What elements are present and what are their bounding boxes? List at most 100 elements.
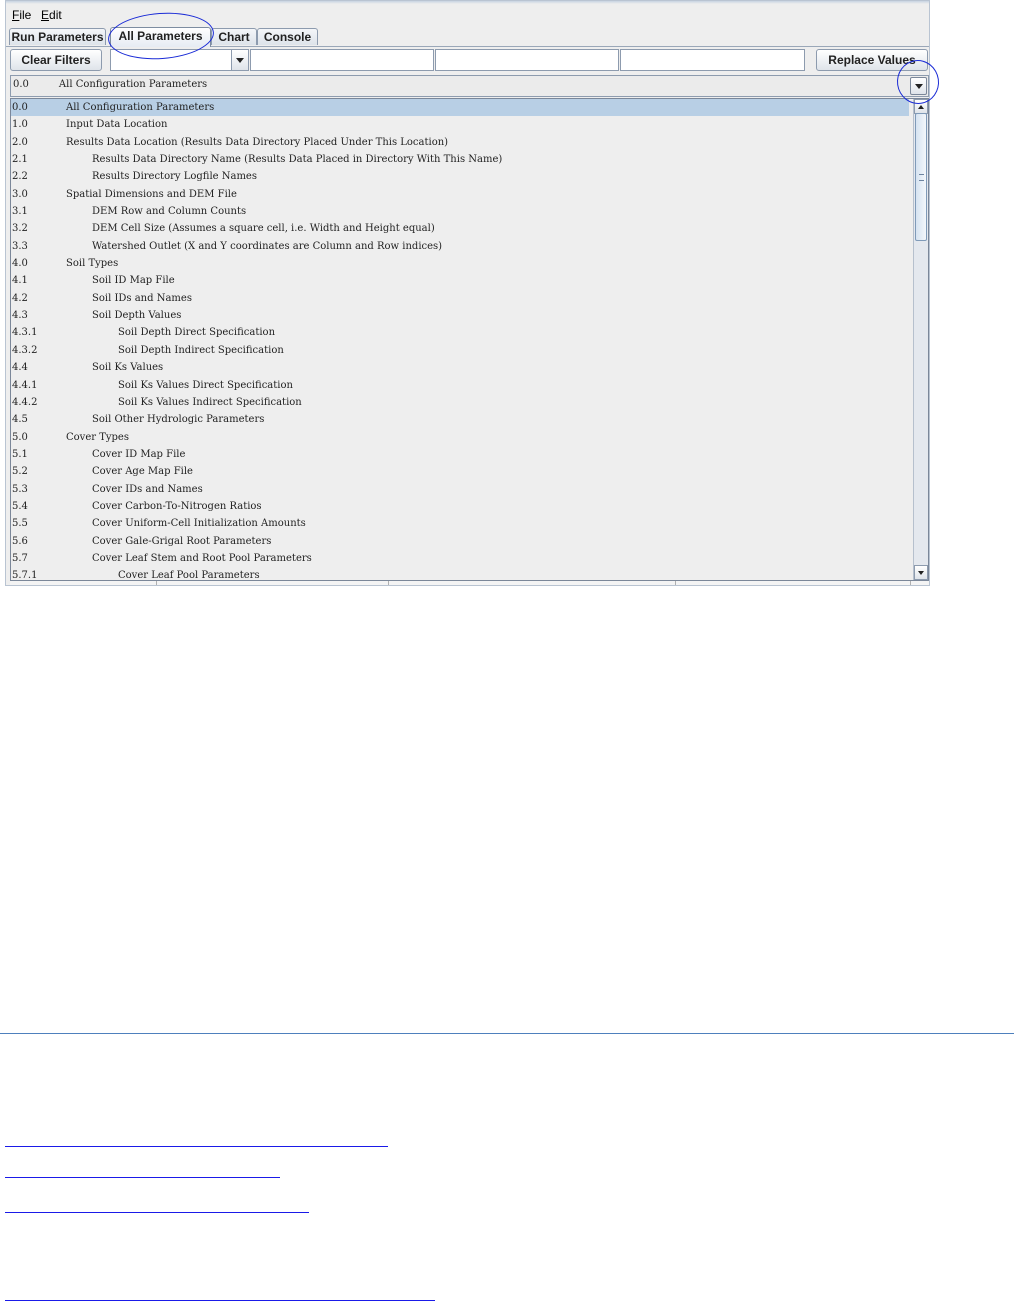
list-item-label: Cover Gale-Grigal Root Parameters (92, 535, 272, 547)
hyperlink-underline[interactable] (5, 1146, 388, 1147)
list-item-label: Cover Leaf Pool Parameters (118, 570, 260, 581)
list-item-number: 5.1 (12, 448, 28, 460)
clear-filters-button[interactable]: Clear Filters (10, 49, 102, 71)
list-item[interactable]: 5.1 Cover ID Map File (11, 446, 909, 463)
list-item[interactable]: 4.1 Soil ID Map File (11, 272, 909, 289)
list-item[interactable]: 4.3 Soil Depth Values (11, 307, 909, 324)
list-item-number: 0.0 (12, 102, 28, 113)
list-item-label: Soil Depth Indirect Specification (118, 344, 284, 356)
list-item-label: Soil Types (66, 258, 119, 270)
list-item[interactable]: 5.4 Cover Carbon-To-Nitrogen Ratios (11, 498, 909, 515)
hyperlink-underline[interactable] (5, 1300, 435, 1301)
list-item-number: 4.2 (12, 292, 28, 304)
list-item[interactable]: 3.3 Watershed Outlet (X and Y coordinates… (11, 238, 909, 255)
list-item-label: Soil Other Hydrologic Parameters (92, 414, 265, 426)
list-item-label: Soil Ks Values (92, 362, 164, 374)
tab-chart[interactable]: Chart (211, 28, 257, 45)
replace-values-button[interactable]: Replace Values (816, 49, 928, 71)
list-item[interactable]: 0.0 All Configuration Parameters (11, 99, 909, 117)
filter-input-1[interactable] (250, 49, 434, 71)
list-item-label: Cover Leaf Stem and Root Pool Parameters (92, 552, 312, 564)
list-item-number: 4.1 (12, 275, 28, 287)
list-item[interactable]: 2.2 Results Directory Logfile Names (11, 168, 909, 185)
list-item-label: Results Data Location (Results Data Dire… (66, 136, 449, 148)
list-item-number: 2.1 (12, 154, 28, 166)
list-item[interactable]: 2.1 Results Data Directory Name (Results … (11, 151, 909, 168)
list-item[interactable]: 5.7.1 Cover Leaf Pool Parameters (11, 567, 909, 581)
list-item-label: Soil IDs and Names (92, 292, 192, 304)
list-item-number: 4.5 (12, 414, 28, 426)
scrollbar-thumb[interactable] (915, 113, 927, 241)
menu-file[interactable]: File (12, 8, 31, 22)
hyperlink-underline[interactable] (5, 1177, 280, 1178)
list-item[interactable]: 5.7 Cover Leaf Stem and Root Pool Paramet… (11, 550, 909, 567)
filter-input-2[interactable] (435, 49, 619, 71)
list-item[interactable]: 4.2 Soil IDs and Names (11, 290, 909, 307)
list-item[interactable]: 4.3.1 Soil Depth Direct Specification (11, 324, 909, 341)
list-item[interactable]: 4.3.2 Soil Depth Indirect Specification (11, 342, 909, 359)
list-item-label: Cover Uniform-Cell Initialization Amount… (92, 518, 306, 530)
list-item-number: 5.0 (12, 431, 28, 443)
list-item[interactable]: 1.0 Input Data Location (11, 116, 909, 133)
list-item-label: DEM Cell Size (Assumes a square cell, i.… (92, 223, 435, 235)
tab-all-parameters[interactable]: All Parameters (110, 27, 211, 47)
list-item[interactable]: 4.4 Soil Ks Values (11, 359, 909, 376)
list-item[interactable]: 3.0 Spatial Dimensions and DEM File (11, 186, 909, 203)
vertical-scrollbar[interactable] (913, 99, 928, 580)
list-item-number: 5.7.1 (12, 570, 38, 581)
list-item-label: Cover IDs and Names (92, 483, 203, 495)
list-item-number: 4.3.1 (12, 327, 38, 339)
scroll-down-arrow-icon[interactable] (914, 565, 928, 580)
scroll-up-arrow-icon[interactable] (914, 99, 928, 114)
list-item[interactable]: 5.6 Cover Gale-Grigal Root Parameters (11, 533, 909, 550)
chevron-down-icon[interactable] (910, 77, 927, 95)
tab-run-parameters[interactable]: Run Parameters (9, 28, 106, 45)
list-item[interactable]: 5.0 Cover Types (11, 429, 909, 446)
parameter-combo-box[interactable]: 0.0 All Configuration Parameters (10, 75, 929, 97)
menu-bar: File Edit (6, 6, 929, 24)
list-item[interactable]: 4.4.2 Soil Ks Values Indirect Specificati… (11, 394, 909, 411)
list-item[interactable]: 5.2 Cover Age Map File (11, 463, 909, 480)
list-item[interactable]: 4.5 Soil Other Hydrologic Parameters (11, 411, 909, 428)
list-item-label: Spatial Dimensions and DEM File (66, 188, 237, 200)
list-item-label: Cover Carbon-To-Nitrogen Ratios (92, 500, 262, 512)
chevron-down-icon[interactable] (231, 50, 248, 70)
list-item[interactable]: 4.4.1 Soil Ks Values Direct Specification (11, 377, 909, 394)
list-item-label: Cover Types (66, 431, 129, 443)
list-item[interactable]: 5.5 Cover Uniform-Cell Initialization Amo… (11, 515, 909, 532)
list-item-number: 5.5 (12, 518, 28, 530)
list-item-label: Soil Ks Values Indirect Specification (118, 396, 302, 408)
list-item-label: Soil Ks Values Direct Specification (118, 379, 293, 391)
combo-selected-value: 0.0 All Configuration Parameters (13, 79, 208, 90)
column-divider[interactable] (388, 581, 389, 585)
list-item-label: Input Data Location (66, 119, 168, 131)
list-item[interactable]: 5.3 Cover IDs and Names (11, 481, 909, 498)
filter-dropdown[interactable] (110, 49, 249, 71)
list-item-number: 4.3 (12, 310, 28, 322)
parameter-list[interactable]: 0.0 All Configuration Parameters 1.0 Input … (10, 98, 929, 581)
list-item[interactable]: 3.1 DEM Row and Column Counts (11, 203, 909, 220)
application-window: File Edit Run Parameters All Parameters … (5, 0, 930, 586)
list-item-label: Cover ID Map File (92, 448, 186, 460)
list-item-number: 1.0 (12, 119, 28, 131)
list-item-number: 4.4 (12, 362, 28, 374)
filter-input-3[interactable] (620, 49, 805, 71)
list-item-label: DEM Row and Column Counts (92, 206, 247, 218)
list-item-label: Watershed Outlet (X and Y coordinates ar… (92, 240, 443, 252)
list-item[interactable]: 4.0 Soil Types (11, 255, 909, 272)
list-item-label: Soil Depth Values (92, 310, 182, 322)
list-item-label: Results Directory Logfile Names (92, 171, 257, 183)
menu-edit[interactable]: Edit (41, 8, 62, 22)
list-item[interactable]: 3.2 DEM Cell Size (Assumes a square cell,… (11, 220, 909, 237)
tab-console[interactable]: Console (257, 28, 318, 45)
list-item-number: 3.3 (12, 240, 28, 252)
hyperlink-underline[interactable] (5, 1212, 309, 1213)
column-divider[interactable] (675, 581, 676, 585)
list-item-number: 5.2 (12, 466, 28, 478)
list-item[interactable]: 2.0 Results Data Location (Results Data D… (11, 134, 909, 151)
column-divider[interactable] (156, 581, 157, 585)
parameter-list-rows: 0.0 All Configuration Parameters 1.0 Input … (11, 99, 909, 581)
grip-icon (919, 174, 924, 181)
column-divider[interactable] (910, 581, 911, 585)
list-item-label: Cover Age Map File (92, 466, 193, 478)
